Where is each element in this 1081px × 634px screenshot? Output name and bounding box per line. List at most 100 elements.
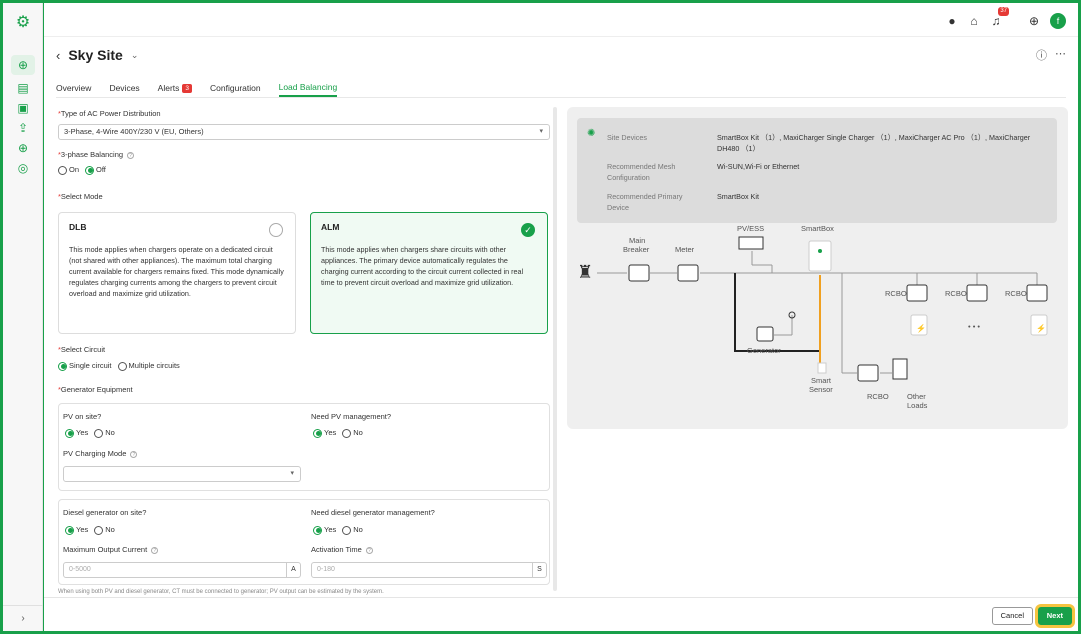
max-output-current-input[interactable]: 0-5000 A [63,562,301,578]
sidebar-item-upload-icon[interactable]: ⇪ [15,120,31,136]
tab-configuration[interactable]: Configuration [210,79,261,97]
select-mode-label: *Select Mode [58,192,103,201]
info-value: Wi-SUN,Wi-Fi or Ethernet [717,162,800,171]
cancel-button[interactable]: Cancel [991,607,1033,625]
mode-title: ALM [321,222,340,232]
unit-suffix: S [532,562,546,578]
pv-management-label: Need PV management? [311,412,392,421]
sidebar-item-crosshair-icon[interactable]: ⊕ [15,140,31,156]
help-icon[interactable]: ? [127,151,135,159]
tab-bar: Overview Devices Alerts 3 Configuration L… [56,79,338,97]
power-tower-icon: ♜ [577,262,593,282]
tab-devices[interactable]: Devices [109,79,139,97]
info-label: Recommended Mesh Configuration [607,162,676,182]
sidebar-item-clipboard-icon[interactable]: ▣ [15,100,31,116]
app-logo-icon[interactable]: ⚙ [13,13,33,33]
check-circle-icon: ✓ [521,223,535,237]
phase-balancing-label: *3-phase Balancing? [58,150,135,159]
activation-time-label: Activation Time? [311,545,373,554]
sidebar-item-reports-icon[interactable]: ▤ [15,80,31,96]
pv-ess-icon [738,236,764,250]
rcbo-label: RCBO [867,392,889,401]
diesel-management-no-radio[interactable]: No [342,525,363,535]
pv-on-site-no-radio[interactable]: No [94,428,115,438]
topology-diagram: ♜ Main Breaker Meter PV/ESS SmartBox Gen… [577,224,1048,410]
tab-alerts[interactable]: Alerts 3 [158,79,193,97]
site-dropdown-chevron-icon[interactable]: ⌄ [131,50,139,61]
form-scrollbar[interactable] [553,107,557,591]
rcbo-label: RCBO [1005,289,1027,298]
generator-equipment-label: *Generator Equipment [58,385,133,394]
svg-text:⚡: ⚡ [1036,323,1046,333]
single-circuit-radio[interactable]: Single circuit [58,361,112,371]
meter-icon [677,264,699,282]
tab-overview[interactable]: Overview [56,79,91,97]
pv-charging-mode-label: PV Charging Mode? [63,449,138,458]
help-icon[interactable]: ? [365,546,373,554]
notification-count-badge: 37 [998,7,1009,16]
sidebar-expand-icon[interactable]: › [3,605,43,631]
tab-load-balancing[interactable]: Load Balancing [278,79,338,97]
phase-balancing-on-radio[interactable]: On [58,165,79,175]
alerts-count-badge: 3 [182,83,193,93]
smartbox-icon [808,240,832,272]
tab-label: Devices [109,83,140,93]
main-breaker-icon [628,264,650,282]
pv-on-site-label: PV on site? [63,412,102,421]
pv-management-yes-radio[interactable]: Yes [313,428,336,438]
main-breaker-label: Breaker [623,245,650,254]
tab-label: Configuration [210,83,261,93]
smartbox-label: SmartBox [801,224,834,233]
select-circuit-radio-group: Single circuit Multiple circuits [58,361,180,371]
smart-sensor-icon [817,362,827,374]
assistant-robot-icon[interactable]: ● [944,13,960,29]
tab-label: Overview [56,83,92,93]
tab-label: Load Balancing [278,82,338,92]
pv-management-no-radio[interactable]: No [342,428,363,438]
main-breaker-label: Main [629,236,645,245]
mode-card-dlb[interactable]: DLB This mode applies when chargers oper… [58,212,296,334]
pv-charging-mode-select[interactable]: ▾ [63,466,301,482]
activation-time-input[interactable]: 0-180 S [311,562,547,578]
other-loads-label: Loads [907,401,928,410]
back-chevron-icon[interactable]: ‹ [56,48,60,63]
help-icon[interactable]: ? [151,546,159,554]
phase-balancing-off-radio[interactable]: Off [85,165,106,175]
multiple-circuits-radio[interactable]: Multiple circuits [117,361,180,371]
pv-ess-label: PV/ESS [737,224,764,233]
info-value: SmartBox Kit （1）, MaxiCharger Single Cha… [717,133,1031,153]
pv-on-site-radio-group: Yes No [65,428,115,438]
mode-card-alm[interactable]: ALM ✓ This mode applies when chargers sh… [310,212,548,334]
language-globe-icon[interactable]: ⊕ [1026,13,1042,29]
smart-sensor-label: Sensor [809,385,833,394]
avatar[interactable]: f [1050,13,1066,29]
generator-icon [756,326,774,342]
diesel-section: Diesel generator on site? Yes No Need di… [58,499,550,585]
rcbo-icon [1026,284,1048,302]
diesel-on-site-no-radio[interactable]: No [94,525,115,535]
diesel-on-site-yes-radio[interactable]: Yes [65,525,88,535]
main-area: ● ⌂ ♫ 37 ⊕ f ‹ Sky Site ⌄ ⓘ ⋯ Overview D… [44,3,1078,631]
info-icon[interactable]: ⓘ [1036,47,1047,63]
sidebar-item-settings-icon[interactable]: ◎ [15,160,31,176]
help-icon[interactable]: ? [130,450,138,458]
top-bar: ● ⌂ ♫ 37 ⊕ f [44,3,1078,37]
diesel-on-site-label: Diesel generator on site? [63,508,147,517]
sidebar-item-charging-icon[interactable]: ⊕ [11,55,35,75]
rcbo-icon [906,284,928,302]
smart-sensor-label: Smart [811,376,832,385]
ac-power-select[interactable]: 3-Phase, 4-Wire 400Y/230 V (EU, Others) ▾ [58,124,550,140]
info-label: Site Devices [607,133,647,142]
more-options-icon[interactable]: ⋯ [1055,47,1066,63]
mode-title: DLB [69,222,87,232]
sidebar: ⚙ ⊕ ▤ ▣ ⇪ ⊕ ◎ › [3,3,43,631]
config-note: When using both PV and diesel generator,… [58,589,384,595]
ac-power-label: *Type of AC Power Distribution [58,109,161,118]
pv-management-radio-group: Yes No [313,428,363,438]
diesel-management-radio-group: Yes No [313,525,363,535]
diesel-management-yes-radio[interactable]: Yes [313,525,336,535]
page-title: Sky Site [68,47,123,63]
pv-on-site-yes-radio[interactable]: Yes [65,428,88,438]
dashboard-icon[interactable]: ⌂ [966,13,982,29]
next-button[interactable]: Next [1037,607,1072,625]
